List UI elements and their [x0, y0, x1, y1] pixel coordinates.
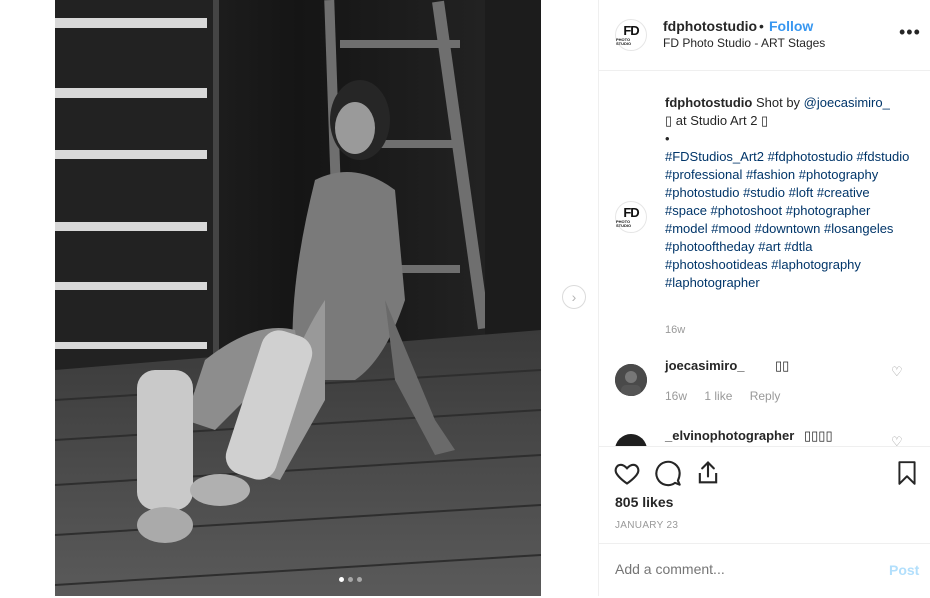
caption-text: Shot by — [752, 95, 804, 110]
comment-meta: 16w 1 like Reply — [665, 389, 794, 403]
hashtag-link[interactable]: #fdphotostudio — [768, 149, 853, 164]
comment-like-icon[interactable]: ♡ — [891, 434, 903, 446]
post-caption: fdphotostudio Shot by @joecasimiro_ ▯ at… — [665, 94, 915, 292]
hashtag-link[interactable]: #creative — [817, 185, 870, 200]
avatar-image — [615, 364, 647, 396]
location-link[interactable]: FD Photo Studio - ART Stages — [663, 36, 825, 50]
hashtag-link[interactable]: #photoshootideas — [665, 257, 768, 272]
hashtag-link[interactable]: #laphotographer — [665, 275, 760, 290]
logo-text: FD — [623, 23, 639, 38]
like-heart-icon[interactable] — [613, 459, 641, 487]
hashtag-link[interactable]: #downtown — [755, 221, 821, 236]
hashtag-link[interactable]: #photooftheday — [665, 239, 755, 254]
comment-text: ▯▯ — [775, 358, 790, 373]
username-link[interactable]: fdphotostudio — [663, 18, 757, 34]
carousel-dot-active — [339, 577, 344, 582]
hashtag-link[interactable]: #photography — [799, 167, 879, 182]
comment-likes[interactable]: 1 like — [704, 389, 732, 403]
likes-count[interactable]: 805 likes — [615, 494, 673, 510]
hashtag-link[interactable]: #fdstudio — [857, 149, 910, 164]
carousel-next-button[interactable]: › — [562, 285, 586, 309]
bookmark-icon[interactable] — [894, 459, 920, 487]
post-date[interactable]: JANUARY 23 — [615, 520, 678, 531]
carousel-dot — [348, 577, 353, 582]
comments-scroll[interactable]: FD PHOTO STUDIO fdphotostudio Shot by @j… — [599, 70, 930, 446]
caption-username[interactable]: fdphotostudio — [665, 95, 752, 110]
hashtag-link[interactable]: #studio — [743, 185, 785, 200]
hashtag-link[interactable]: #dtla — [784, 239, 812, 254]
post-header: FD PHOTO STUDIO fdphotostudio • Follow F… — [599, 0, 930, 71]
comment-form: Post — [599, 543, 930, 598]
hashtag-link[interactable]: #mood — [711, 221, 751, 236]
carousel-dot — [357, 577, 362, 582]
post-comment-button[interactable]: Post — [889, 562, 919, 578]
chevron-right-icon: › — [571, 289, 577, 305]
logo-text: FD — [623, 205, 639, 220]
caption-bullet: • — [665, 131, 670, 146]
post-photo[interactable] — [55, 0, 541, 596]
share-icon[interactable] — [694, 459, 722, 487]
hashtag-link[interactable]: #art — [758, 239, 780, 254]
hashtag-link[interactable]: #model — [665, 221, 708, 236]
carousel-dots — [339, 577, 362, 582]
hashtag-link[interactable]: #photostudio — [665, 185, 739, 200]
comment-username[interactable]: joecasimiro_ — [665, 358, 745, 373]
avatar[interactable] — [615, 364, 647, 396]
reply-button[interactable]: Reply — [750, 389, 781, 403]
avatar[interactable] — [615, 434, 647, 446]
caption-text-2: ▯ at Studio Art 2 ▯ — [665, 113, 769, 128]
logo-subtext: PHOTO STUDIO — [616, 219, 632, 228]
comment-like-icon[interactable]: ♡ — [891, 364, 903, 380]
logo-subtext: PHOTO STUDIO — [616, 37, 632, 46]
hashtag-list: #FDStudios_Art2 #fdphotostudio #fdstudio… — [665, 149, 909, 290]
avatar[interactable]: FD PHOTO STUDIO — [615, 201, 647, 233]
comment-text: ▯▯▯▯ — [804, 428, 833, 443]
caption-time[interactable]: 16w — [665, 324, 685, 336]
hashtag-link[interactable]: #photoshoot — [711, 203, 783, 218]
hashtag-link[interactable]: #professional — [665, 167, 742, 182]
hashtag-link[interactable]: #losangeles — [824, 221, 893, 236]
hashtag-link[interactable]: #FDStudios_Art2 — [665, 149, 764, 164]
post-actions: 805 likes JANUARY 23 Post — [599, 446, 930, 597]
caption-mention[interactable]: @joecasimiro_ — [804, 95, 890, 110]
hashtag-link[interactable]: #loft — [789, 185, 814, 200]
hashtag-link[interactable]: #fashion — [746, 167, 795, 182]
photo-image — [55, 0, 541, 596]
comment-time[interactable]: 16w — [665, 389, 687, 403]
hashtag-link[interactable]: #photographer — [786, 203, 871, 218]
comment-input[interactable] — [615, 561, 865, 577]
comment-bubble-icon[interactable] — [654, 459, 682, 487]
post-details-panel: FD PHOTO STUDIO fdphotostudio • Follow F… — [598, 0, 930, 596]
hashtag-link[interactable]: #laphotography — [771, 257, 861, 272]
comment-username[interactable]: _elvinophotographer — [665, 428, 794, 443]
separator-dot: • — [759, 18, 764, 34]
follow-button[interactable]: Follow — [769, 18, 813, 34]
hashtag-link[interactable]: #space — [665, 203, 707, 218]
avatar[interactable]: FD PHOTO STUDIO — [615, 19, 647, 51]
more-options-icon[interactable]: ••• — [899, 22, 921, 43]
